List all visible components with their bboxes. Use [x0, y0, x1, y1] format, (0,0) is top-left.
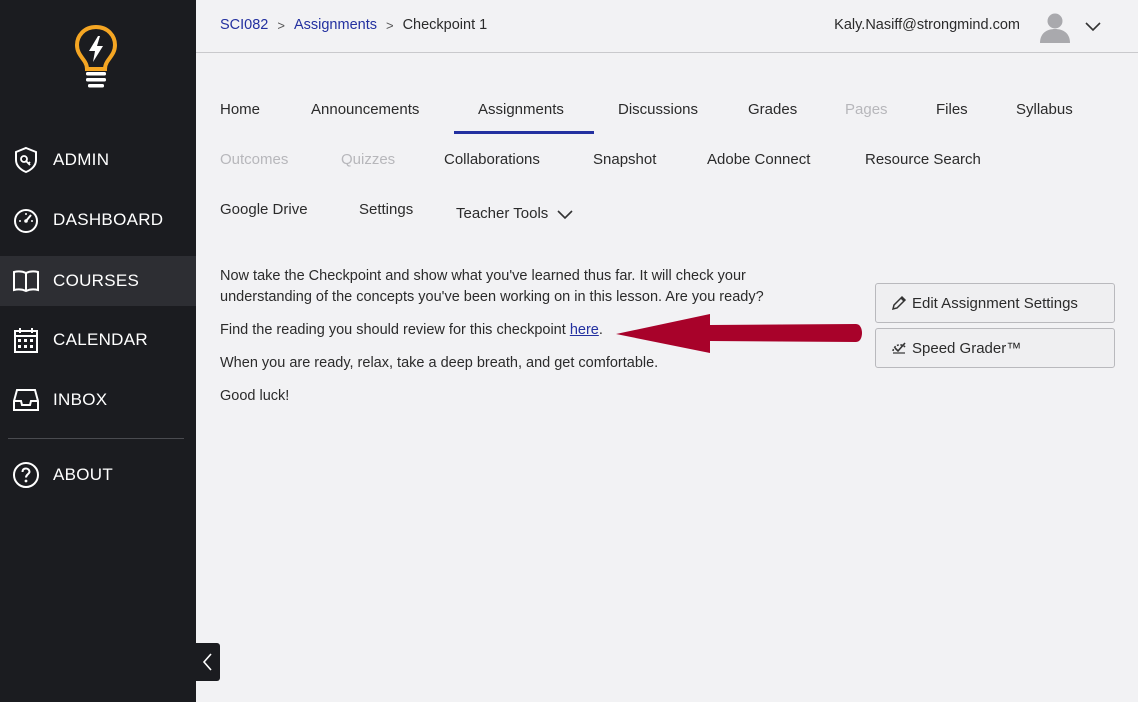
button-label: Speed Grader™ — [912, 339, 1022, 357]
sidebar-item-about[interactable]: ABOUT — [0, 450, 196, 500]
admin-shield-icon — [12, 146, 40, 174]
button-label: Edit Assignment Settings — [912, 294, 1078, 312]
calendar-icon — [12, 326, 40, 354]
chevron-down-icon — [557, 209, 573, 219]
breadcrumb-assignments[interactable]: Assignments — [294, 17, 377, 33]
tab-snapshot[interactable]: Snapshot — [593, 151, 656, 168]
speed-grader-button[interactable]: Speed Grader™ — [875, 328, 1115, 368]
active-tab-underline — [454, 131, 594, 134]
tab-collaborations[interactable]: Collaborations — [444, 151, 540, 168]
sidebar-item-label: DASHBOARD — [53, 210, 164, 229]
sidebar-item-dashboard[interactable]: DASHBOARD — [0, 195, 196, 245]
tab-pages: Pages — [845, 101, 888, 118]
tab-home[interactable]: Home — [220, 101, 260, 118]
tab-teacher-tools[interactable]: Teacher Tools — [456, 205, 574, 222]
tab-syllabus[interactable]: Syllabus — [1016, 101, 1073, 118]
tab-google-drive[interactable]: Google Drive — [220, 201, 308, 218]
sidebar-item-admin[interactable]: ADMIN — [0, 135, 196, 185]
chevron-down-icon[interactable] — [1084, 17, 1102, 35]
tab-assignments[interactable]: Assignments — [478, 101, 564, 118]
sidebar-item-calendar[interactable]: CALENDAR — [0, 315, 196, 365]
sidebar-item-inbox[interactable]: INBOX — [0, 375, 196, 425]
reading-link[interactable]: here — [570, 322, 599, 338]
sidebar-item-label: INBOX — [53, 390, 108, 409]
teacher-tools-label: Teacher Tools — [456, 205, 549, 222]
description-paragraph: Now take the Checkpoint and show what yo… — [220, 268, 764, 305]
inbox-tray-icon — [12, 386, 40, 414]
breadcrumb-current: Checkpoint 1 — [402, 17, 488, 33]
chevron-right-icon: > — [277, 17, 285, 33]
breadcrumb-course[interactable]: SCI082 — [220, 17, 268, 33]
sidebar-item-label: CALENDAR — [53, 330, 148, 349]
tab-settings[interactable]: Settings — [359, 201, 413, 218]
description-paragraph: Good luck! — [220, 388, 290, 404]
edit-assignment-settings-button[interactable]: Edit Assignment Settings — [875, 283, 1115, 323]
text-span: Find the reading you should review for t… — [220, 322, 570, 338]
lightbulb-logo-icon[interactable] — [74, 24, 118, 90]
tab-grades[interactable]: Grades — [748, 101, 797, 118]
collapse-sidebar-button[interactable] — [196, 643, 220, 681]
speed-grader-icon — [892, 342, 906, 354]
sidebar-divider — [8, 438, 184, 439]
sidebar-item-label: COURSES — [53, 271, 140, 290]
tab-adobe-connect[interactable]: Adobe Connect — [707, 151, 810, 168]
sidebar-item-label: ADMIN — [53, 150, 110, 169]
open-book-icon — [12, 267, 40, 295]
top-header: SCI082 > Assignments > Checkpoint 1 Kaly… — [196, 0, 1138, 53]
tab-announcements[interactable]: Announcements — [311, 101, 419, 118]
sidebar-item-label: ABOUT — [53, 465, 114, 484]
annotation-arrow-icon — [616, 314, 862, 353]
tab-discussions[interactable]: Discussions — [618, 101, 698, 118]
avatar-icon[interactable] — [1038, 10, 1072, 44]
tab-resource-search[interactable]: Resource Search — [865, 151, 981, 168]
tab-outcomes: Outcomes — [220, 151, 289, 168]
pencil-icon — [891, 295, 907, 311]
description-paragraph: When you are ready, relax, take a deep b… — [220, 355, 659, 371]
sidebar: ADMIN DASHBOARD COURSES CALENDAR INBOX A… — [0, 0, 196, 702]
speedometer-icon — [12, 206, 40, 234]
sidebar-item-courses[interactable]: COURSES — [0, 256, 196, 306]
text-span: . — [598, 322, 603, 338]
tab-files[interactable]: Files — [936, 101, 968, 118]
question-circle-icon — [12, 461, 40, 489]
chevron-left-icon — [202, 653, 212, 671]
chevron-right-icon: > — [385, 17, 394, 33]
breadcrumb: SCI082 > Assignments > Checkpoint 1 — [220, 17, 487, 33]
user-email[interactable]: Kaly.Nasiff@strongmind.com — [834, 17, 1020, 33]
tab-quizzes: Quizzes — [341, 151, 396, 168]
